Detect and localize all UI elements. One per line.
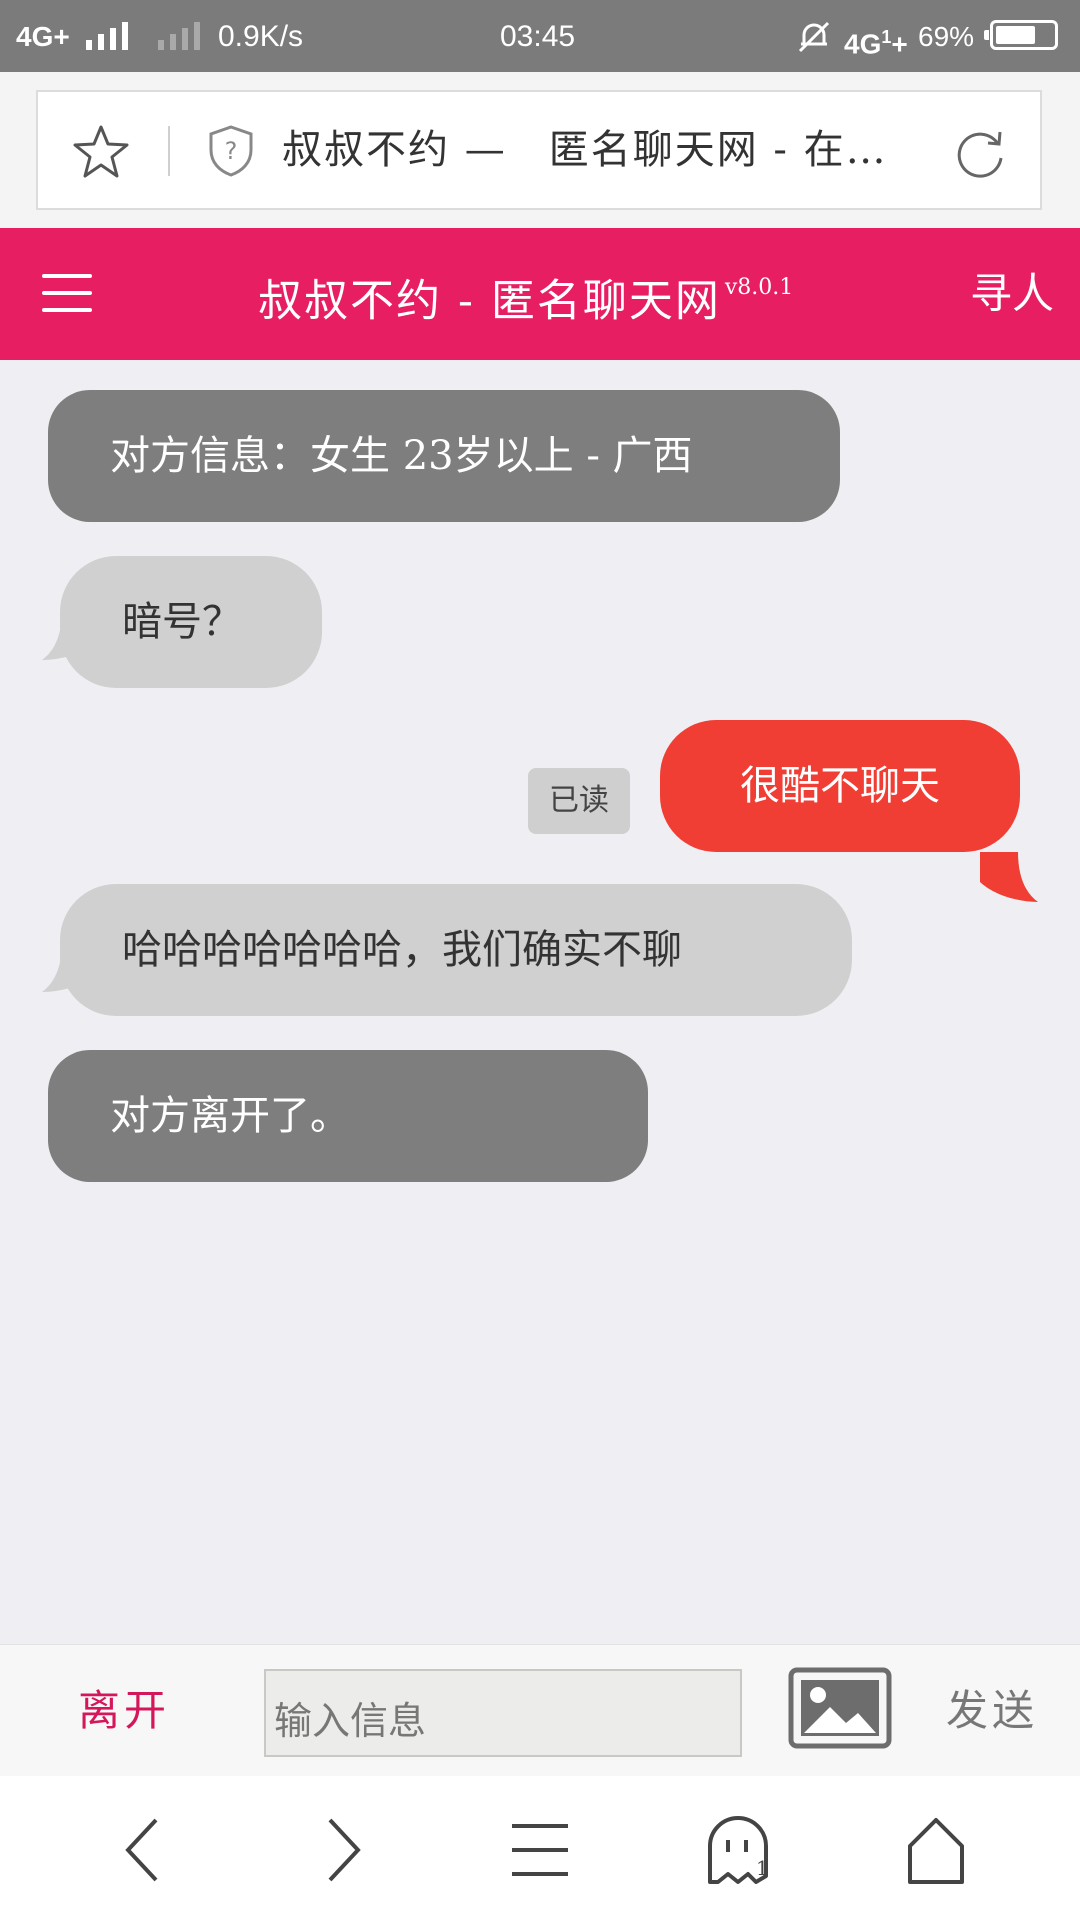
read-status-badge: 已读 — [528, 768, 630, 834]
status-bar: 4G+ 0.9K/s 03:45 4G1+ 69% — [0, 0, 1080, 72]
network-type-left: 4G+ — [16, 21, 70, 52]
hamburger-menu-icon[interactable] — [42, 274, 92, 314]
forward-icon[interactable] — [302, 1810, 382, 1890]
clock: 03:45 — [500, 20, 576, 53]
shield-question-icon[interactable]: ? — [206, 124, 256, 178]
find-people-link[interactable]: 寻人 — [970, 228, 1054, 360]
menu-icon[interactable] — [500, 1810, 580, 1890]
network-type-right: 4G1+ — [844, 27, 908, 60]
send-button[interactable]: 发送 — [946, 1645, 1038, 1777]
star-icon[interactable] — [72, 124, 130, 180]
message-input-bar: 离开 发送 — [0, 1644, 1080, 1777]
system-message: 对方离开了。 — [48, 1050, 648, 1182]
outgoing-bubble-tail — [980, 852, 1038, 902]
app-title-text: 叔叔不约 - 匿名聊天网 — [258, 275, 721, 327]
signal-strength-secondary-icon — [158, 20, 200, 50]
system-message: 对方信息：女生 23岁以上 - 广西 — [48, 390, 840, 522]
page-title[interactable]: 叔叔不约 — 匿名聊天网 - 在… — [282, 92, 942, 208]
tab-count: 1 — [756, 1856, 769, 1880]
browser-address-area: ? 叔叔不约 — 匿名聊天网 - 在… — [0, 72, 1080, 228]
app-header: 叔叔不约 - 匿名聊天网 v8.0.1 寻人 — [0, 228, 1080, 360]
battery-icon — [984, 20, 1058, 50]
chat-area: 对方信息：女生 23岁以上 - 广西 暗号？ 已读 很酷不聊天 哈哈哈哈哈哈哈，… — [0, 360, 1080, 1644]
network-speed: 0.9K/s — [218, 20, 304, 53]
battery-percent: 69% — [918, 21, 975, 52]
image-upload-icon[interactable] — [788, 1667, 892, 1749]
browser-bottom-nav: 1 — [0, 1776, 1080, 1920]
refresh-icon[interactable] — [952, 126, 1008, 180]
svg-text:?: ? — [225, 137, 238, 165]
app-title: 叔叔不约 - 匿名聊天网 v8.0.1 — [258, 228, 793, 360]
message-input[interactable] — [264, 1669, 742, 1757]
version-label: v8.0.1 — [724, 275, 794, 300]
url-divider — [168, 126, 170, 176]
alarm-off-icon — [798, 21, 830, 53]
tabs-button[interactable]: 1 — [698, 1810, 778, 1890]
incoming-message: 哈哈哈哈哈哈哈，我们确实不聊 — [60, 884, 852, 1016]
home-icon[interactable] — [896, 1810, 976, 1890]
incoming-message: 暗号？ — [60, 556, 322, 688]
address-bar[interactable]: ? 叔叔不约 — 匿名聊天网 - 在… — [36, 90, 1042, 210]
signal-strength-icon — [86, 20, 128, 50]
outgoing-message: 很酷不聊天 — [660, 720, 1020, 852]
leave-button[interactable]: 离开 — [78, 1645, 170, 1777]
back-icon[interactable] — [104, 1810, 184, 1890]
